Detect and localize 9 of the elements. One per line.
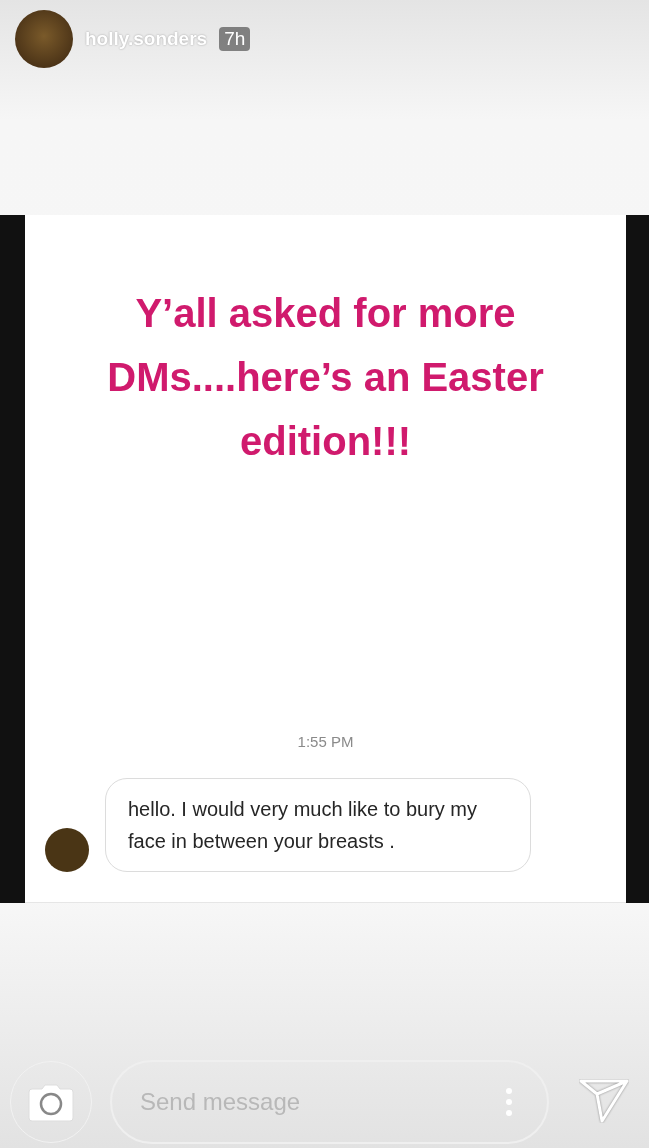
avatar[interactable] [15,10,73,68]
camera-icon [28,1081,74,1123]
message-bubble: hello. I would very much like to bury my face in between your breasts . [105,778,531,872]
story-caption: Y’all asked for more DMs....here’s an Easter edition!!! [106,290,545,465]
sender-avatar [45,828,89,872]
more-options-icon[interactable] [505,1087,513,1117]
post-time: 7h [219,27,251,51]
send-icon [579,1078,629,1123]
message-timestamp: 1:55 PM [297,733,354,750]
